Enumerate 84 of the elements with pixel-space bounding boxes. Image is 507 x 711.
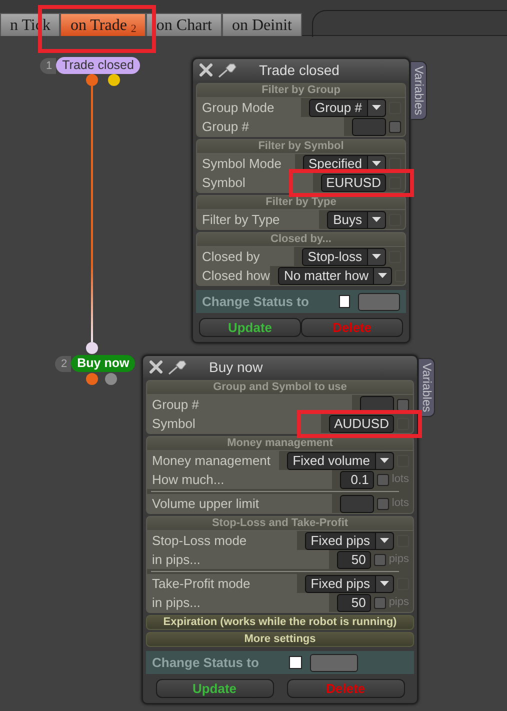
input-field[interactable]: EURUSD [321,174,386,192]
checkbox[interactable] [374,554,386,566]
unit-label: pips [388,595,409,610]
field-label: Stop-Loss mode [147,531,297,550]
side-tab[interactable]: Variables [418,358,435,418]
checkbox[interactable] [376,474,389,486]
port-dot [86,342,98,354]
dropdown[interactable]: No matter how [278,266,392,284]
field-label: Group # [197,117,344,136]
pin-icon[interactable] [218,62,238,78]
node-number: 2 [55,356,72,372]
field-label: Symbol Mode [197,154,295,173]
checkbox[interactable] [376,498,389,510]
checkbox[interactable] [397,398,409,410]
checkbox[interactable] [389,120,401,132]
port-dot [108,74,120,86]
dropdown[interactable]: Fixed volume [286,452,394,470]
input-field[interactable] [340,494,374,512]
node-label[interactable]: Buy now [71,355,136,372]
section-bar[interactable]: Expiration (works while the robot is running) [146,615,414,630]
input-field[interactable]: 50 [336,550,371,568]
section-header[interactable]: Closed by... [197,233,405,247]
caret-icon[interactable] [375,532,393,548]
tab[interactable]: on Chart [146,13,222,36]
unit-label: lots [392,472,409,488]
checkbox[interactable] [374,596,386,608]
input-field[interactable]: AUDUSD [329,414,394,432]
close-icon[interactable] [199,63,213,77]
field-label: Closed by [197,247,294,266]
field-label: How much... [147,470,332,489]
status-label: Change Status to [152,654,259,672]
caret-icon[interactable] [367,248,385,264]
window-title: Trade closed [259,60,340,80]
dropdown[interactable]: Group # [309,98,386,116]
field-label: Money management [147,451,279,470]
field-label: Filter by Type [197,210,320,229]
input-field[interactable]: 0.1 [340,470,374,488]
section-header[interactable]: Stop-Loss and Take-Profit [147,517,413,531]
caret-icon[interactable] [367,212,385,228]
pin-icon[interactable] [168,359,188,375]
update-button[interactable]: Update [156,679,274,698]
field-label: Group Mode [197,98,302,117]
caret-icon[interactable] [373,268,392,284]
port-dot [105,373,117,385]
dropdown[interactable]: Buys [327,210,386,228]
field-label: Symbol [147,414,322,433]
node-number: 1 [40,58,56,74]
port-dot [86,74,98,86]
caret-icon[interactable] [367,100,385,116]
close-icon[interactable] [149,360,163,374]
side-tab[interactable]: Variables [410,61,427,120]
window-title: Buy now [209,358,263,377]
update-button[interactable]: Update [199,318,301,337]
unit-label: lots [392,496,409,512]
field-label: Volume upper limit [147,494,332,513]
section-header[interactable]: Filter by Type [197,196,405,210]
dropdown[interactable]: Stop-loss [302,248,386,266]
dropdown[interactable]: Fixed pips [304,532,394,550]
field-label: Take-Profit mode [147,574,297,593]
field-label: Closed how [197,266,270,285]
input-field[interactable] [352,118,386,136]
tab[interactable]: on Trade $_{2}$ [60,13,146,36]
field-label: Symbol [197,173,314,192]
status-field[interactable] [358,292,400,310]
caret-icon[interactable] [375,576,393,592]
caret-icon[interactable] [375,452,393,468]
field-label: Group # [147,395,352,414]
section-header[interactable]: Money management [147,437,413,451]
status-field[interactable] [310,654,358,672]
node-label[interactable]: Trade closed [56,57,140,74]
tab[interactable]: on Deinit [222,13,302,36]
checkbox[interactable] [338,295,350,308]
input-field[interactable]: 50 [336,594,371,612]
field-label: in pips... [147,593,329,612]
section-header[interactable]: Filter by Symbol [197,140,405,154]
dropdown[interactable]: Fixed pips [304,574,394,592]
section-header[interactable]: Filter by Group [197,84,405,98]
port-dot [86,373,98,385]
field-label: in pips... [147,550,329,569]
checkbox[interactable] [288,656,302,669]
section-bar[interactable]: More settings [146,632,414,647]
status-label: Change Status to [202,292,309,311]
unit-label: pips [388,552,409,568]
section-header[interactable]: Group and Symbol to use [147,381,413,395]
